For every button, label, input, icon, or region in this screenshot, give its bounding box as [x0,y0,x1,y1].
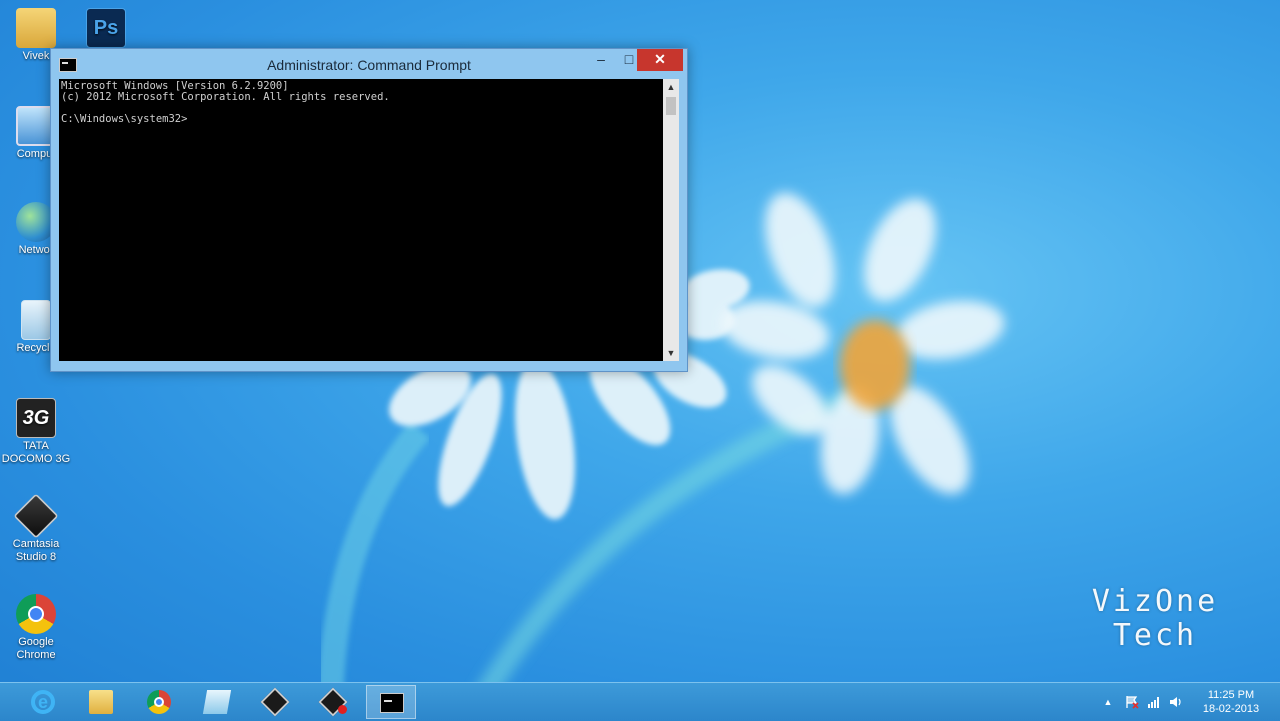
desktop-icon-tata-docomo[interactable]: 3G TATA DOCOMO 3G [0,398,72,466]
desktop-icon-label: Camtasia Studio 8 [12,538,60,563]
taskbar-file-explorer[interactable] [76,685,126,719]
taskbar-clock[interactable]: 11:25 PM 18-02-2013 [1196,688,1266,716]
record-dot-icon [338,705,347,714]
taskbar-camtasia-recorder[interactable] [308,685,358,719]
show-hidden-icons-button[interactable]: ▲ [1100,695,1116,709]
window-titlebar[interactable]: Administrator: Command Prompt – □ ✕ [51,49,687,79]
console-prompt: C:\Windows\system32> [61,113,188,125]
close-button[interactable]: ✕ [637,49,683,71]
vertical-scrollbar[interactable]: ▲ ▼ [663,79,679,361]
taskbar: e ▲ 11:25 PM 18-02-2013 [0,682,1280,721]
desktop-icon-label: Google Chrome [16,636,56,661]
user-folder-icon [16,8,56,48]
console-line: (c) 2012 Microsoft Corporation. All righ… [61,91,390,103]
recycle-bin-icon [21,300,51,340]
clock-time: 11:25 PM [1207,689,1255,701]
taskbar-chrome[interactable] [134,685,184,719]
taskbar-internet-explorer[interactable]: e [18,685,68,719]
scroll-thumb[interactable] [666,97,676,115]
desktop-icon-photoshop[interactable]: Ps [70,8,142,50]
tata-docomo-badge: 3G [22,407,50,429]
watermark-line: Tech [1112,618,1198,653]
taskbar-notepad[interactable] [192,685,242,719]
watermark: VizOne Tech [1080,585,1230,653]
network-signal-icon[interactable] [1146,695,1162,709]
chrome-icon [147,690,171,714]
scroll-up-icon[interactable]: ▲ [663,79,679,95]
action-center-flag-icon[interactable] [1124,695,1140,709]
clock-date: 18-02-2013 [1202,703,1260,715]
chrome-icon [16,594,56,634]
photoshop-badge: Ps [93,17,119,39]
camtasia-icon [13,493,59,539]
console-output[interactable]: Microsoft Windows [Version 6.2.9200] (c)… [59,79,663,361]
camtasia-icon [260,687,290,717]
taskbar-command-prompt[interactable] [366,685,416,719]
photoshop-icon: Ps [86,8,126,48]
notepad-icon [202,690,232,714]
desktop-icon-camtasia[interactable]: Camtasia Studio 8 [0,493,72,564]
scroll-down-icon[interactable]: ▼ [663,345,679,361]
minimize-button[interactable]: – [587,49,615,71]
file-explorer-icon [89,690,113,714]
command-prompt-icon [380,693,404,713]
desktop-icon-label: TATA DOCOMO 3G [1,440,71,465]
taskbar-camtasia-studio[interactable] [250,685,300,719]
internet-explorer-icon: e [31,690,55,714]
desktop-icon-chrome[interactable]: Google Chrome [0,594,72,662]
volume-icon[interactable] [1168,695,1184,709]
tata-docomo-3g-icon: 3G [16,398,56,438]
command-prompt-window[interactable]: Administrator: Command Prompt – □ ✕ Micr… [50,48,688,372]
watermark-line: VizOne [1091,584,1219,619]
